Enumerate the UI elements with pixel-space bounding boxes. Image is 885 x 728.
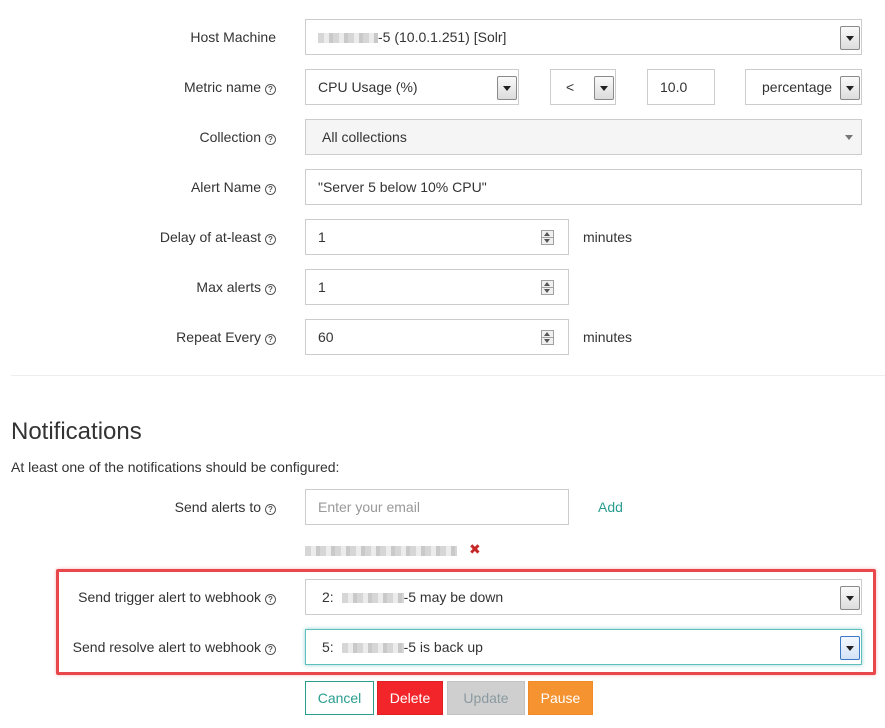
help-icon[interactable]: ? xyxy=(265,594,276,605)
help-icon[interactable]: ? xyxy=(265,504,276,515)
redacted-text xyxy=(341,643,404,653)
trigger-webhook-prefix: 2: xyxy=(322,589,334,605)
operator-select[interactable]: < xyxy=(550,69,616,105)
metric-row: Metric name? CPU Usage (%) < 10.0 percen… xyxy=(0,69,885,105)
collection-value: All collections xyxy=(322,129,407,145)
help-icon[interactable]: ? xyxy=(265,334,276,345)
threshold-value: 10.0 xyxy=(660,79,688,95)
repeat-every-value: 60 xyxy=(318,329,334,345)
unit-select[interactable]: percentage xyxy=(745,69,862,105)
section-divider xyxy=(11,375,885,376)
metric-select[interactable]: CPU Usage (%) xyxy=(305,69,519,105)
delay-value: 1 xyxy=(318,229,326,245)
update-button[interactable]: Update xyxy=(447,681,525,715)
help-icon[interactable]: ? xyxy=(265,234,276,245)
host-machine-value: -5 (10.0.1.251) [Solr] xyxy=(378,29,507,45)
collection-label: Collection? xyxy=(200,119,276,155)
alert-name-label: Alert Name? xyxy=(191,169,276,205)
resolve-webhook-prefix: 5: xyxy=(322,639,334,655)
trigger-webhook-select[interactable]: 2: -5 may be down xyxy=(305,579,862,615)
spinner-icon[interactable] xyxy=(541,230,554,245)
resolve-webhook-row: Send resolve alert to webhook? 5: -5 is … xyxy=(0,629,885,665)
send-alerts-row: Send alerts to? Enter your email Add xyxy=(0,489,885,525)
remove-email-icon[interactable]: ✖ xyxy=(469,540,481,558)
chevron-down-icon[interactable] xyxy=(594,76,614,100)
delay-suffix: minutes xyxy=(583,229,633,245)
spinner-icon[interactable] xyxy=(541,280,554,295)
help-icon[interactable]: ? xyxy=(265,184,276,195)
repeat-every-suffix: minutes xyxy=(583,329,633,345)
redacted-text xyxy=(341,593,404,603)
delay-row: Delay of at-least? 1 minutes xyxy=(0,219,885,255)
trigger-webhook-suffix: -5 may be down xyxy=(403,589,504,605)
email-input[interactable]: Enter your email xyxy=(305,489,569,525)
max-alerts-label: Max alerts? xyxy=(196,269,276,305)
email-entry xyxy=(305,541,457,559)
resolve-webhook-suffix: -5 is back up xyxy=(403,639,483,655)
repeat-every-label: Repeat Every? xyxy=(176,319,276,355)
help-icon[interactable]: ? xyxy=(265,644,276,655)
metric-label: Metric name? xyxy=(184,69,276,105)
max-alerts-row: Max alerts? 1 xyxy=(0,269,885,305)
delete-button[interactable]: Delete xyxy=(377,681,443,715)
chevron-down-icon[interactable] xyxy=(840,76,860,100)
trigger-webhook-label: Send trigger alert to webhook? xyxy=(78,579,276,615)
repeat-every-row: Repeat Every? 60 minutes xyxy=(0,319,885,355)
notifications-description: At least one of the notifications should… xyxy=(11,459,340,475)
max-alerts-value: 1 xyxy=(318,279,326,295)
collection-row: Collection? All collections xyxy=(0,119,885,155)
redacted-text xyxy=(318,33,378,43)
chevron-down-icon[interactable] xyxy=(840,586,860,610)
help-icon[interactable]: ? xyxy=(265,84,276,95)
resolve-webhook-select[interactable]: 5: -5 is back up xyxy=(305,629,862,665)
resolve-webhook-label: Send resolve alert to webhook? xyxy=(73,629,276,665)
host-machine-select[interactable]: -5 (10.0.1.251) [Solr] xyxy=(305,19,862,55)
help-icon[interactable]: ? xyxy=(265,284,276,295)
add-email-link[interactable]: Add xyxy=(598,489,623,525)
chevron-down-icon[interactable] xyxy=(840,126,860,150)
cancel-button[interactable]: Cancel xyxy=(305,681,374,715)
trigger-webhook-row: Send trigger alert to webhook? 2: -5 may… xyxy=(0,579,885,615)
email-placeholder: Enter your email xyxy=(318,499,420,515)
unit-value: percentage xyxy=(762,79,833,95)
delay-input[interactable]: 1 xyxy=(305,219,569,255)
redacted-email xyxy=(305,546,457,556)
operator-value: < xyxy=(566,79,575,95)
chevron-down-icon[interactable] xyxy=(840,26,860,50)
max-alerts-input[interactable]: 1 xyxy=(305,269,569,305)
send-alerts-label: Send alerts to? xyxy=(175,489,276,525)
host-machine-label: Host Machine xyxy=(190,29,276,45)
collection-select[interactable]: All collections xyxy=(305,119,862,155)
help-icon[interactable]: ? xyxy=(265,134,276,145)
repeat-every-input[interactable]: 60 xyxy=(305,319,569,355)
metric-value: CPU Usage (%) xyxy=(318,79,418,95)
alert-name-value: "Server 5 below 10% CPU" xyxy=(318,179,487,195)
host-machine-row: Host Machine -5 (10.0.1.251) [Solr] xyxy=(0,19,885,55)
delay-label: Delay of at-least? xyxy=(160,219,276,255)
pause-button[interactable]: Pause xyxy=(528,681,593,715)
notifications-title: Notifications xyxy=(11,418,142,445)
chevron-down-icon[interactable] xyxy=(840,636,860,660)
threshold-input[interactable]: 10.0 xyxy=(647,69,715,105)
spinner-icon[interactable] xyxy=(541,330,554,345)
chevron-down-icon[interactable] xyxy=(497,76,517,100)
alert-name-input[interactable]: "Server 5 below 10% CPU" xyxy=(305,169,862,205)
alert-name-row: Alert Name? "Server 5 below 10% CPU" xyxy=(0,169,885,205)
